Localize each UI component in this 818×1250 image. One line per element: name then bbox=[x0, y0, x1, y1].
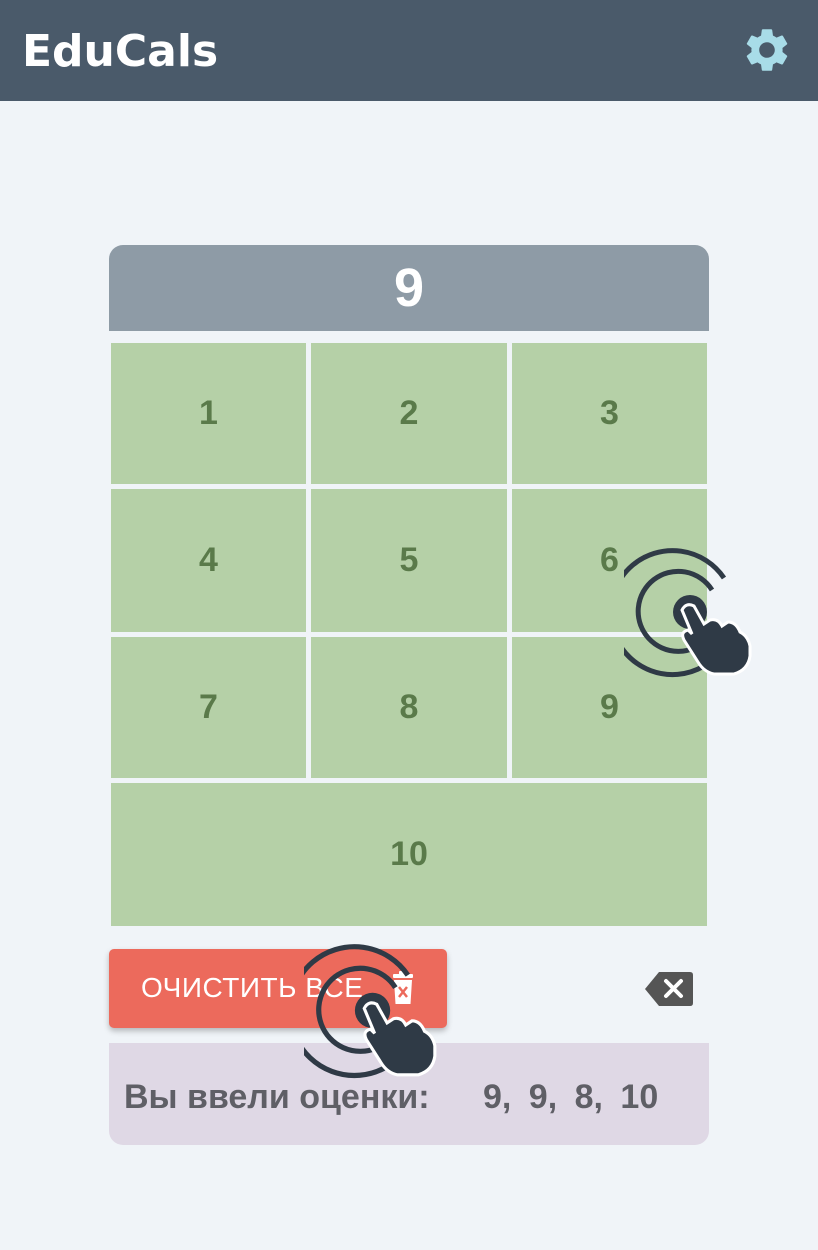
app-logo: EduCals bbox=[22, 26, 219, 77]
key-6[interactable]: 6 bbox=[512, 489, 707, 632]
key-5[interactable]: 5 bbox=[311, 489, 507, 632]
key-3[interactable]: 3 bbox=[512, 343, 707, 484]
key-10[interactable]: 10 bbox=[111, 783, 707, 926]
key-2[interactable]: 2 bbox=[311, 343, 507, 484]
key-1[interactable]: 1 bbox=[111, 343, 306, 484]
entered-grades-panel: Вы ввели оценки: 9, 9, 8, 10 bbox=[109, 1043, 709, 1145]
entered-grades-label: Вы ввели оценки: bbox=[124, 1078, 430, 1116]
entered-grades-values: 9, 9, 8, 10 bbox=[483, 1078, 659, 1116]
app-header: EduCals bbox=[0, 0, 818, 101]
trash-icon bbox=[393, 971, 413, 1004]
gear-icon[interactable] bbox=[741, 24, 793, 76]
clear-all-button[interactable]: ОЧИСТИТЬ ВСЕ bbox=[109, 949, 447, 1028]
display-value: 9 bbox=[393, 258, 425, 318]
key-9[interactable]: 9 bbox=[512, 637, 707, 778]
grade-keypad: 1 2 3 4 5 6 7 8 9 10 bbox=[109, 341, 709, 928]
current-grade-display: 9 bbox=[109, 245, 709, 331]
key-8[interactable]: 8 bbox=[311, 637, 507, 778]
key-4[interactable]: 4 bbox=[111, 489, 306, 632]
backspace-icon[interactable] bbox=[643, 970, 695, 1008]
key-7[interactable]: 7 bbox=[111, 637, 306, 778]
clear-all-label: ОЧИСТИТЬ ВСЕ bbox=[141, 972, 364, 1003]
